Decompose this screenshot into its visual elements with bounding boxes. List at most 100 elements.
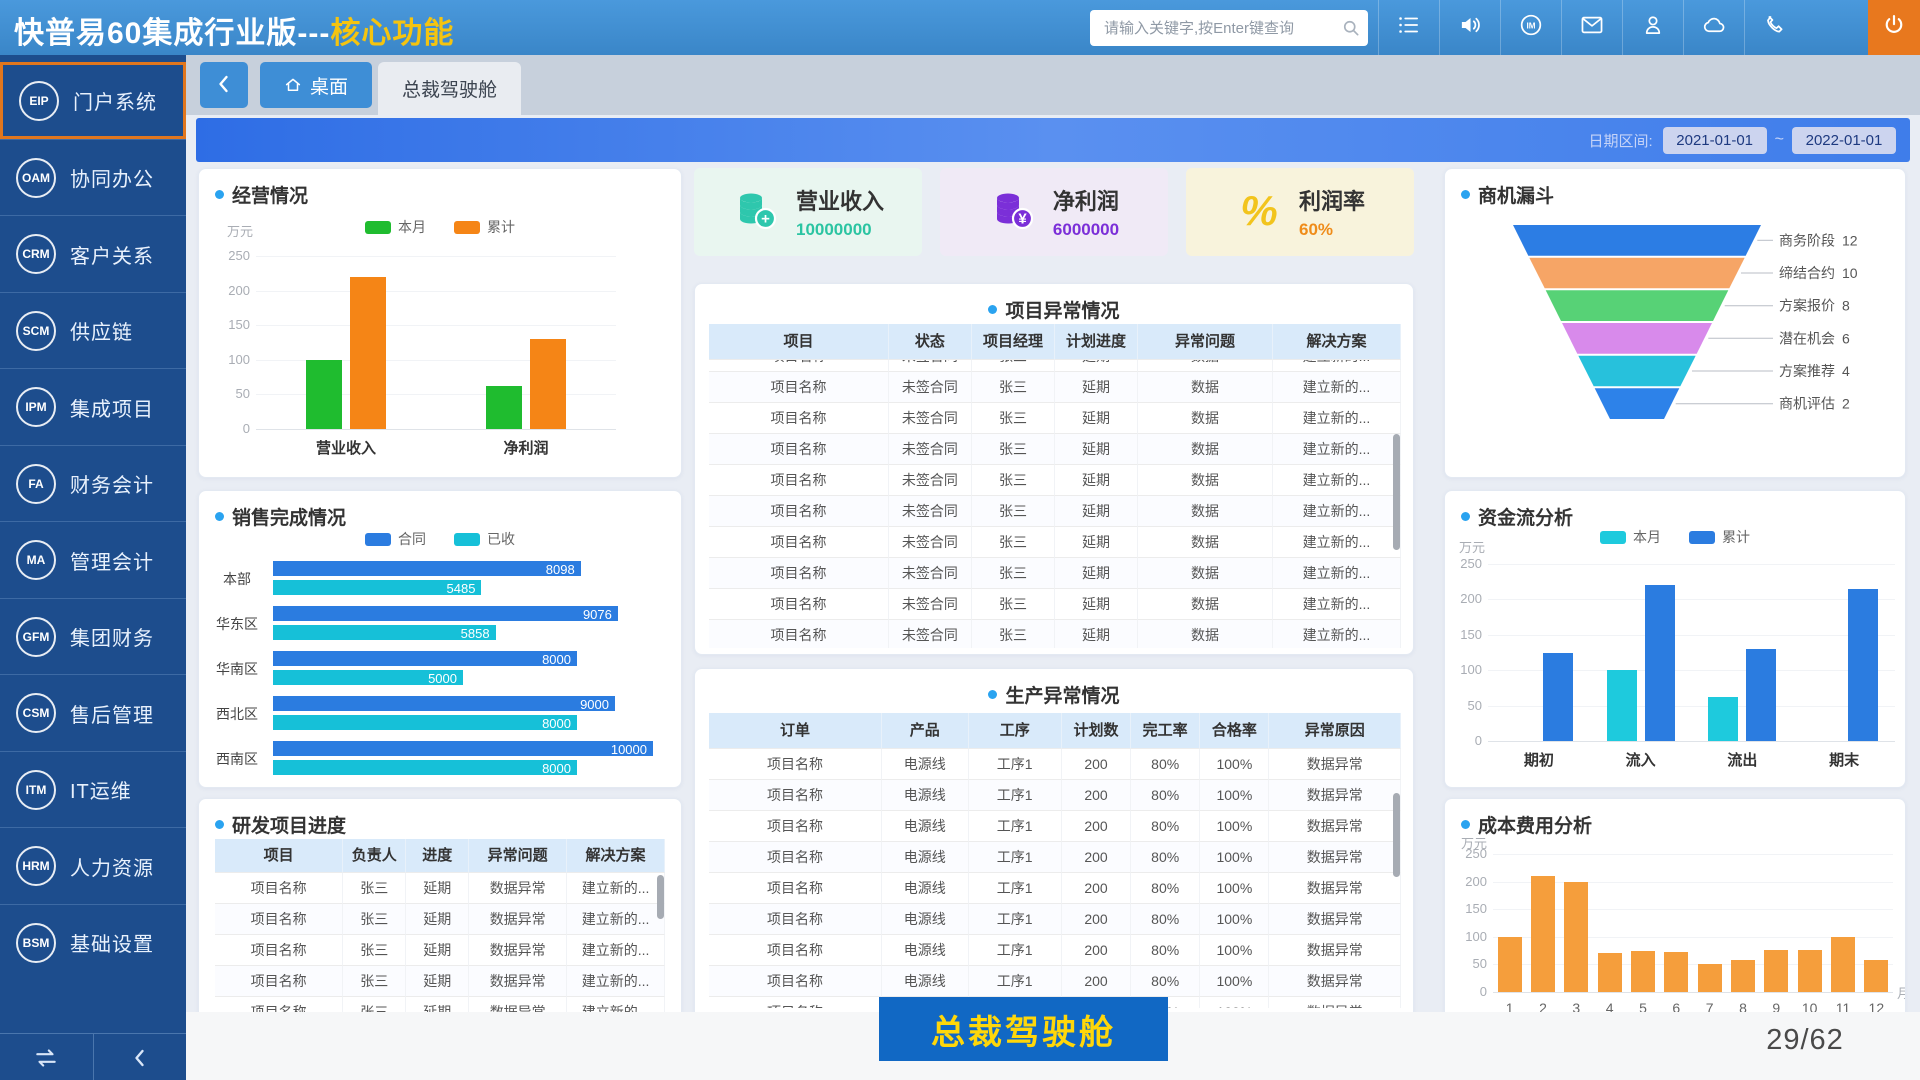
mail-button[interactable] [1561, 0, 1622, 55]
table-row: 项目名称电源线工序120080%100%数据异常 [709, 873, 1401, 904]
table-cell: 项目名称 [709, 465, 889, 496]
table-header-cell: 异常原因 [1269, 713, 1400, 749]
bar [1631, 951, 1655, 992]
table-body: 项目名称电源线工序120080%100%数据异常项目名称电源线工序120080%… [709, 749, 1401, 1008]
bar [1531, 876, 1555, 992]
legend-item: 累计 [454, 217, 515, 237]
table-cell: 电源线 [882, 842, 969, 873]
sidebar-item-eip[interactable]: EIP门户系统 [0, 62, 186, 139]
sidebar-item-itm[interactable]: ITMIT运维 [0, 751, 186, 828]
back-button[interactable] [200, 62, 248, 108]
table-cell: 建立新的... [567, 966, 665, 997]
table-cell: 项目名称 [709, 403, 889, 434]
funnel-svg: 商务阶段 12缔结合约 10方案报价 8潜在机会 6方案推荐 4商机评估 2 [1457, 207, 1897, 459]
table-cell: 延期 [406, 935, 469, 966]
tab-ceo-dashboard[interactable]: 总裁驾驶舱 [378, 62, 521, 115]
table-cell: 张三 [972, 403, 1055, 434]
im-button[interactable]: IM [1500, 0, 1561, 55]
sidebar-item-ipm[interactable]: IPM 集成项目 [0, 368, 186, 445]
table-cell: 张三 [343, 935, 406, 966]
sidebar-item-csm[interactable]: CSM售后管理 [0, 674, 186, 751]
table-header-cell: 项目经理 [972, 324, 1055, 360]
sidebar-item-label: 门户系统 [73, 86, 157, 115]
tab-desktop[interactable]: 桌面 [260, 62, 372, 108]
table-cell: 80% [1131, 749, 1200, 780]
chart-legend: 本月累计 [199, 217, 681, 237]
sidebar-footer [0, 1033, 186, 1080]
table-cell: 建立新的... [1273, 620, 1401, 648]
sidebar-item-label: 集成项目 [70, 393, 154, 422]
table-header-cell: 工序 [969, 713, 1062, 749]
table-cell: 80% [1131, 935, 1200, 966]
table-cell: 张三 [972, 620, 1055, 648]
table-cell: 数据 [1138, 465, 1273, 496]
scrollbar-thumb[interactable] [657, 875, 664, 919]
table-cell: 项目名称 [709, 904, 882, 935]
funnel-slice [1595, 388, 1680, 419]
table-cell: 数据异常 [469, 966, 567, 997]
table-cell: 数据 [1138, 403, 1273, 434]
search-input[interactable] [1102, 19, 1334, 38]
cloud-button[interactable] [1683, 0, 1744, 55]
power-button[interactable] [1868, 0, 1920, 55]
table-cell: 电源线 [882, 904, 969, 935]
user-button[interactable] [1622, 0, 1683, 55]
sidebar-item-oam[interactable]: OAM协同办公 [0, 139, 186, 216]
table-cell: 200 [1062, 873, 1131, 904]
panel-rnd-progress: 研发项目进度 项目负责人进度异常问题解决方案项目名称张三延期数据异常建立新的..… [198, 798, 682, 1012]
y-tick-label: 250 [1445, 556, 1482, 571]
user-icon [1640, 12, 1666, 43]
gridline [1493, 992, 1893, 993]
list-button[interactable] [1378, 0, 1439, 55]
sidebar-badge-icon: IPM [16, 387, 56, 427]
svg-text:%: % [1240, 187, 1277, 234]
table-body: 项目名称张三延期数据异常建立新的...项目名称张三延期数据异常建立新的...项目… [215, 873, 665, 1012]
panel-title: 商机漏斗 [1461, 181, 1554, 208]
sidebar-item-label: 集团财务 [70, 622, 154, 651]
scrollbar-thumb[interactable] [1393, 793, 1400, 877]
phone-button[interactable] [1744, 0, 1805, 55]
power-icon [1881, 12, 1907, 43]
bar [1764, 950, 1788, 992]
sidebar-item-scm[interactable]: SCM供应链 [0, 292, 186, 369]
swap-icon[interactable] [0, 1034, 93, 1080]
sidebar-item-hrm[interactable]: HRM人力资源 [0, 827, 186, 904]
sidebar-item-gfm[interactable]: GFM集团财务 [0, 598, 186, 675]
table-cell: 未签合同 [889, 360, 972, 372]
legend-label: 已收 [487, 529, 515, 549]
x-category-label: 期末 [1796, 749, 1892, 770]
bar-value-label: 8098 [273, 562, 575, 577]
table-cell: 项目名称 [709, 935, 882, 966]
y-tick-label: 100 [1445, 662, 1482, 677]
table-header-cell: 计划数 [1062, 713, 1131, 749]
table-cell: 数据异常 [469, 904, 567, 935]
kpi-card-0: +营业收入10000000 [694, 168, 922, 256]
table-cell: 张三 [343, 997, 406, 1012]
table-cell: 数据异常 [1269, 904, 1400, 935]
search-box [1090, 10, 1368, 46]
tab-label: 总裁驾驶舱 [402, 75, 497, 102]
kpi-label: 利润率 [1299, 184, 1365, 216]
kpi-label: 净利润 [1053, 184, 1119, 216]
table-cell: 工序1 [969, 842, 1062, 873]
speaker-button[interactable] [1439, 0, 1500, 55]
legend-item: 本月 [1600, 527, 1661, 547]
sidebar-item-ma[interactable]: MA管理会计 [0, 521, 186, 598]
sidebar-item-bsm[interactable]: BSM基础设置 [0, 904, 186, 981]
table-row: 项目名称未签合同张三延期数据建立新的... [709, 496, 1401, 527]
app-window: 快普易60集成行业版---核心功能 IM EIP门户系统OAM协同办公CRM客户… [0, 0, 1920, 1080]
sidebar-badge-icon: BSM [16, 923, 56, 963]
y-tick-label: 0 [208, 421, 250, 436]
sidebar-item-crm[interactable]: CRM客户关系 [0, 215, 186, 292]
table-cell: 电源线 [882, 935, 969, 966]
search-icon[interactable] [1334, 18, 1368, 38]
scrollbar-thumb[interactable] [1393, 434, 1400, 550]
sidebar-item-fa[interactable]: FA财务会计 [0, 445, 186, 522]
table-cell: 200 [1062, 749, 1131, 780]
table-cell: 延期 [406, 966, 469, 997]
chart-legend: 本月累计 [1445, 527, 1905, 547]
date-end-input[interactable]: 2022-01-01 [1792, 127, 1896, 154]
collapse-sidebar-icon[interactable] [93, 1034, 187, 1080]
date-start-input[interactable]: 2021-01-01 [1663, 127, 1767, 154]
phone-icon [1762, 12, 1788, 43]
